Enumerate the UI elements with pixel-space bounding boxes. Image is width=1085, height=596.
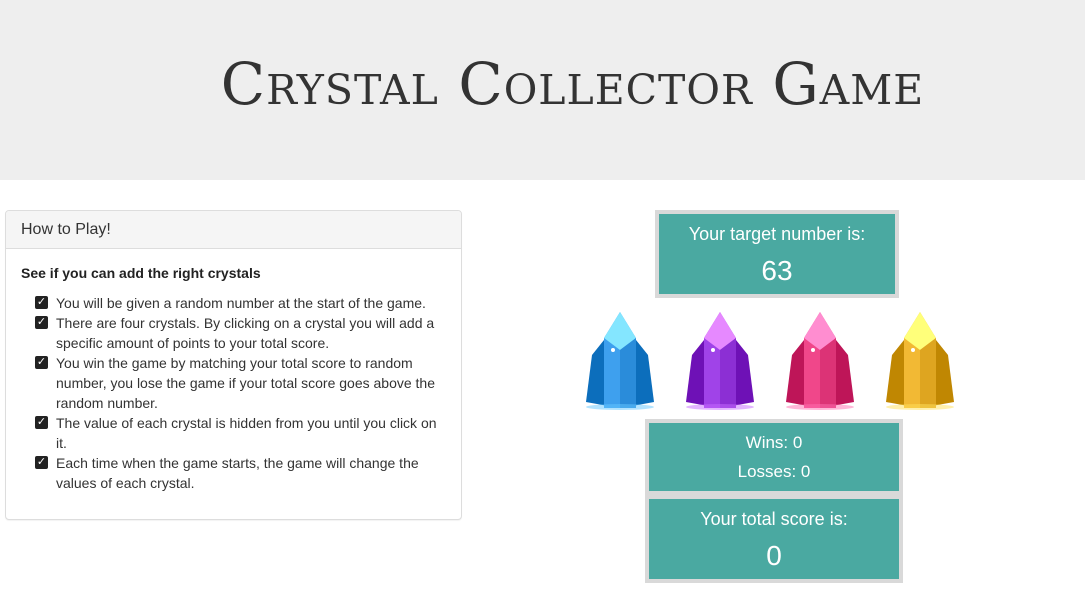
pink-crystal-button[interactable] <box>780 310 860 410</box>
rule-item: ✓ You win the game by matching your tota… <box>35 353 446 413</box>
rule-item: ✓ Each time when the game starts, the ga… <box>35 453 446 493</box>
target-label: Your target number is: <box>688 224 866 244</box>
checkbox-icon: ✓ <box>35 316 48 329</box>
instructions-panel: How to Play! See if you can add the righ… <box>5 210 462 520</box>
rule-text: You win the game by matching your total … <box>56 355 436 411</box>
total-score: 0 <box>766 540 782 571</box>
rule-text: There are four crystals. By clicking on … <box>56 315 435 351</box>
wins-losses-box: Wins: 0 Losses: 0 <box>645 419 903 495</box>
header-banner: Crystal Collector Game <box>0 0 1085 180</box>
purple-crystal-button[interactable] <box>680 310 760 410</box>
rule-item: ✓ The value of each crystal is hidden fr… <box>35 413 446 453</box>
purple-crystal-icon <box>686 312 754 410</box>
checkbox-icon: ✓ <box>35 456 48 469</box>
score-label: Your total score is: <box>700 509 848 529</box>
instructions-body: See if you can add the right crystals ✓ … <box>6 249 461 509</box>
target-number: 63 <box>761 255 793 286</box>
instructions-subtitle: See if you can add the right crystals <box>21 265 261 281</box>
blue-crystal-button[interactable] <box>580 310 660 410</box>
rule-item: ✓ There are four crystals. By clicking o… <box>35 313 446 353</box>
checkbox-icon: ✓ <box>35 356 48 369</box>
rule-text: You will be given a random number at the… <box>56 295 426 311</box>
pink-crystal-icon <box>786 312 854 410</box>
instructions-heading: How to Play! <box>6 211 461 249</box>
losses-count: Losses: 0 <box>737 462 811 481</box>
total-score-box: Your total score is: 0 <box>645 495 903 583</box>
yellow-crystal-icon <box>886 312 954 410</box>
yellow-crystal-button[interactable] <box>880 310 960 410</box>
rule-text: The value of each crystal is hidden from… <box>56 415 437 451</box>
rule-item: ✓ You will be given a random number at t… <box>35 293 446 313</box>
checkbox-icon: ✓ <box>35 416 48 429</box>
rule-text: Each time when the game starts, the game… <box>56 455 419 491</box>
wins-count: Wins: 0 <box>745 433 803 452</box>
checkbox-icon: ✓ <box>35 296 48 309</box>
target-number-box: Your target number is: 63 <box>655 210 899 298</box>
page-title: Crystal Collector Game <box>220 50 925 118</box>
blue-crystal-icon <box>586 312 654 410</box>
